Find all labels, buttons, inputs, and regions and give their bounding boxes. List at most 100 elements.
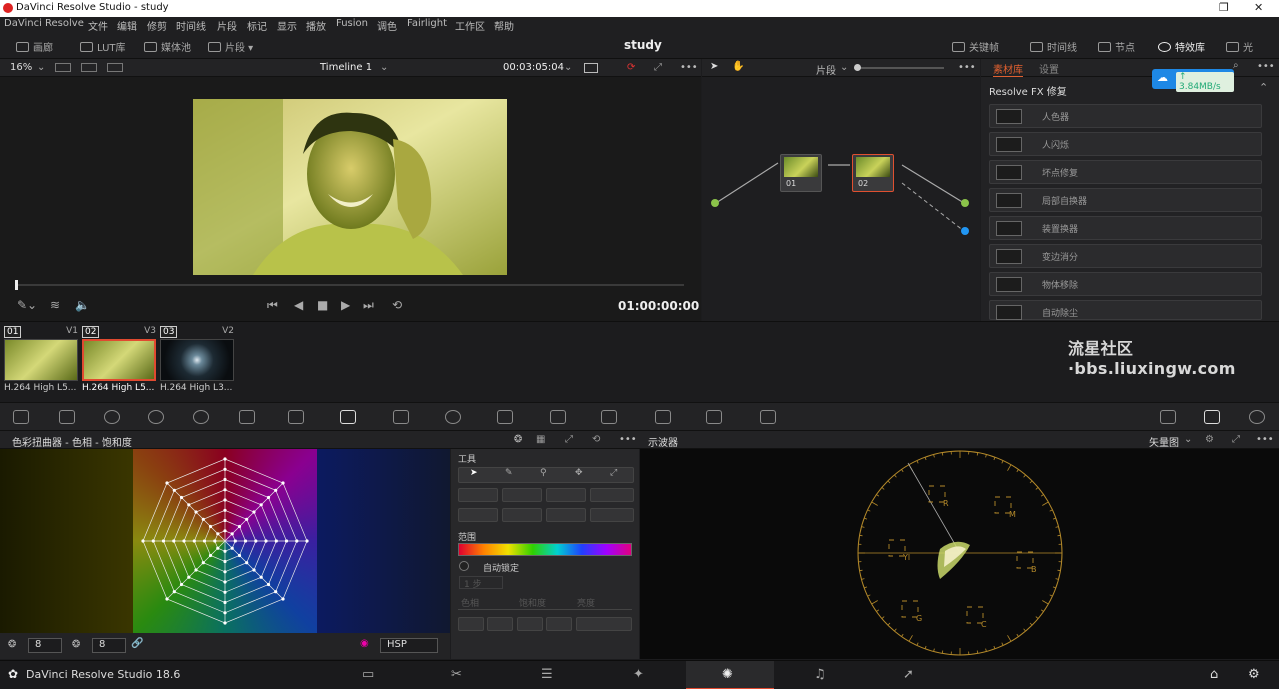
warper-control-point[interactable] xyxy=(266,582,271,587)
color-match-icon[interactable] xyxy=(59,410,75,424)
pen-tool-icon[interactable]: ✎ xyxy=(505,468,513,478)
reset-all-button[interactable] xyxy=(576,617,632,631)
fairlight-page-icon[interactable]: ♫ xyxy=(814,667,826,682)
play-icon[interactable]: ▶ xyxy=(341,298,350,312)
fit-tool-icon[interactable]: ⤢ xyxy=(610,468,617,478)
clip-thumbnail-selected[interactable]: 02 V3 H.264 High L5... xyxy=(82,326,156,396)
warper-control-point[interactable] xyxy=(201,561,205,565)
warper-control-point[interactable] xyxy=(201,517,205,521)
keyframes-panel-icon[interactable] xyxy=(1160,410,1176,424)
scope-settings-icon[interactable]: ⚙ xyxy=(1205,434,1214,445)
warper-control-point[interactable] xyxy=(233,539,237,543)
warper-control-point[interactable] xyxy=(208,524,213,529)
warper-control-point[interactable] xyxy=(213,539,217,543)
deliver-page-icon[interactable]: ➚ xyxy=(903,667,914,682)
skip-end-icon[interactable]: ⏭ xyxy=(363,298,374,313)
key-icon[interactable] xyxy=(655,410,671,424)
warper-control-point[interactable] xyxy=(259,575,263,579)
warper-control-point[interactable] xyxy=(223,518,227,523)
qualifier-icon[interactable] xyxy=(393,410,409,424)
reset-icon[interactable]: ⟲ xyxy=(592,434,600,445)
cut-page-icon[interactable]: ✂ xyxy=(451,667,462,682)
fx-item[interactable]: 局部自换器 xyxy=(989,188,1262,212)
warper-control-point[interactable] xyxy=(165,481,169,485)
warper-control-point[interactable] xyxy=(192,539,196,543)
color-space-select[interactable]: HSP xyxy=(380,638,438,653)
tool-button[interactable] xyxy=(502,488,542,502)
fx-item[interactable]: 变边消分 xyxy=(989,244,1262,268)
nodes-button[interactable]: 节点 xyxy=(1098,39,1135,54)
tracker-icon[interactable] xyxy=(497,410,513,424)
range-hue-bar[interactable] xyxy=(458,543,632,556)
warper-control-point[interactable] xyxy=(223,570,227,574)
warper-control-point[interactable] xyxy=(223,549,227,553)
zoom-select[interactable]: 16% xyxy=(10,62,32,73)
layout-single-icon[interactable] xyxy=(55,63,71,72)
tool-button[interactable] xyxy=(458,488,498,502)
reset-button[interactable] xyxy=(546,617,572,631)
effects-library-button[interactable]: 特效库 xyxy=(1158,39,1205,54)
menu-item[interactable]: 工作区 xyxy=(455,18,485,33)
warper-control-point[interactable] xyxy=(223,457,227,461)
clips-button[interactable]: 片段 ▾ xyxy=(208,39,253,54)
warper-control-point[interactable] xyxy=(187,575,191,579)
tool-button[interactable] xyxy=(546,508,586,522)
warper-control-point[interactable] xyxy=(237,553,242,558)
tab-library[interactable]: 素材库 xyxy=(993,61,1023,77)
menu-item[interactable]: 时间线 xyxy=(176,18,206,33)
window-icon[interactable] xyxy=(445,410,461,424)
brush-button[interactable] xyxy=(458,617,484,631)
viewer-more-icon[interactable]: ••• xyxy=(680,62,698,73)
warper-control-point[interactable] xyxy=(194,568,198,572)
brush-button[interactable] xyxy=(517,617,543,631)
warper-control-point[interactable] xyxy=(172,539,176,543)
expand-tool-icon[interactable]: ✥ xyxy=(575,468,583,478)
pin-tool-icon[interactable]: ⚲ xyxy=(540,468,547,478)
clip-thumbnail[interactable]: 03 V2 H.264 High L3... xyxy=(160,326,234,396)
warper-control-point[interactable] xyxy=(182,539,186,543)
lightbox-button[interactable]: 光 xyxy=(1226,39,1253,54)
menu-item[interactable]: 修剪 xyxy=(147,18,167,33)
motion-effects-icon[interactable] xyxy=(239,410,255,424)
close-icon[interactable]: ✕ xyxy=(1254,1,1263,14)
color-wheels-icon[interactable] xyxy=(104,410,120,424)
step-select[interactable]: 1 步 xyxy=(459,576,503,590)
menu-item[interactable]: 标记 xyxy=(247,18,267,33)
curves-icon[interactable] xyxy=(288,410,304,424)
warper-control-point[interactable] xyxy=(208,553,213,558)
loop-playback-icon[interactable]: ⟲ xyxy=(392,298,402,312)
rgb-mixer-icon[interactable] xyxy=(193,410,209,424)
warper-control-point[interactable] xyxy=(223,488,227,492)
warper-control-point[interactable] xyxy=(243,539,248,543)
edit-page-icon[interactable]: ☰ xyxy=(541,667,553,682)
warper-control-point[interactable] xyxy=(254,539,258,543)
warper-control-point[interactable] xyxy=(179,495,184,500)
warper-control-point[interactable] xyxy=(266,495,271,500)
eyedropper-icon[interactable]: ✎⌄ xyxy=(17,298,37,312)
gallery-button[interactable]: 画廊 xyxy=(16,39,53,54)
restore-icon[interactable]: ❐ xyxy=(1219,1,1229,14)
node-mode-select[interactable]: 片段 xyxy=(816,62,836,77)
tool-button[interactable] xyxy=(546,488,586,502)
warper-control-point[interactable] xyxy=(172,590,176,594)
media-pool-button[interactable]: 媒体池 xyxy=(144,39,191,54)
warper-control-point[interactable] xyxy=(274,488,278,492)
media-page-icon[interactable]: ▭ xyxy=(362,667,374,682)
warper-control-point[interactable] xyxy=(223,600,227,605)
fx-item[interactable]: 自动除尘 xyxy=(989,300,1262,320)
playhead[interactable] xyxy=(15,280,18,290)
node-zoom-slider[interactable] xyxy=(854,67,944,69)
warper-mode-icon[interactable]: ❂ xyxy=(514,434,522,445)
hue-divisions-select[interactable]: 8 xyxy=(28,638,62,653)
menu-item[interactable]: 编辑 xyxy=(117,18,137,33)
menu-item[interactable]: 调色 xyxy=(377,18,397,33)
search-icon[interactable]: ⌕ xyxy=(1233,60,1239,71)
volume-icon[interactable]: 🔈 xyxy=(75,298,90,312)
warper-control-point[interactable] xyxy=(172,488,176,492)
warper-control-point[interactable] xyxy=(274,590,278,594)
link-icon[interactable]: 🔗 xyxy=(131,638,143,649)
select-tool-icon[interactable]: ➤ xyxy=(470,468,478,478)
timeline-name[interactable]: Timeline 1 xyxy=(320,62,372,73)
loop-icon[interactable]: ⟳ xyxy=(627,62,635,73)
color-warper-icon[interactable] xyxy=(340,410,356,424)
